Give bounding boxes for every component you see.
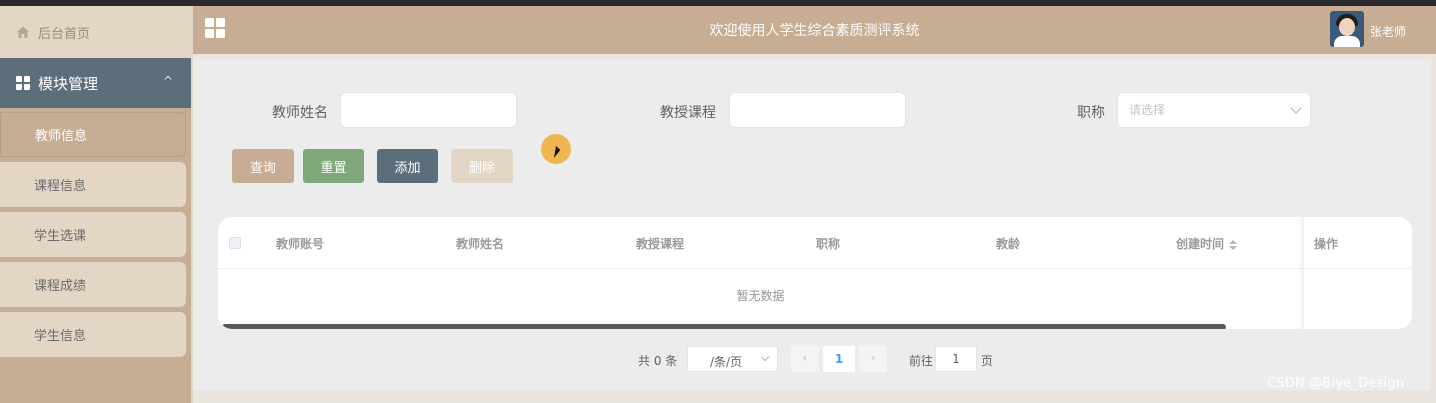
grid-icon bbox=[16, 76, 30, 90]
home-icon bbox=[16, 25, 30, 39]
top-header: 欢迎使用人学生综合素质测评系统 张老师 bbox=[193, 6, 1436, 54]
sidebar-item-course-selection[interactable]: 学生选课 bbox=[0, 212, 186, 257]
title-select-placeholder: 请选择 bbox=[1129, 103, 1166, 117]
sidebar-module-label: 模块管理 bbox=[38, 74, 99, 93]
delete-button[interactable]: 删除 bbox=[451, 149, 513, 183]
page-size-select[interactable]: /条/页 bbox=[687, 346, 778, 372]
content-panel: 教师姓名 教授课程 职称 请选择 查询 重置 添加 删除 教师账号 教师姓名 教… bbox=[193, 60, 1431, 390]
sidebar-item-label: 学生选课 bbox=[34, 229, 87, 244]
teacher-name-input[interactable] bbox=[340, 92, 517, 128]
col-teacher-name: 教师姓名 bbox=[456, 237, 505, 251]
sidebar-home-label: 后台首页 bbox=[38, 26, 91, 42]
goto-label: 前往 bbox=[909, 354, 934, 368]
table-header: 教师账号 教师姓名 教授课程 职称 教龄 创建时间 bbox=[218, 217, 1412, 269]
page-title: 欢迎使用人学生综合素质测评系统 bbox=[709, 23, 920, 39]
sidebar-item-label: 教师信息 bbox=[35, 129, 88, 144]
teacher-table: 教师账号 教师姓名 教授课程 职称 教龄 创建时间 暂无数据 操作 bbox=[218, 217, 1412, 329]
chevron-down-icon bbox=[1290, 102, 1302, 114]
select-all-checkbox[interactable] bbox=[229, 237, 241, 249]
reset-button[interactable]: 重置 bbox=[303, 149, 364, 183]
sidebar: 后台首页 模块管理 ^ 教师信息 课程信息 学生选课 课程成绩 学生信息 bbox=[0, 6, 191, 403]
operation-column: 操作 bbox=[1303, 217, 1412, 329]
add-button[interactable]: 添加 bbox=[377, 149, 438, 183]
sidebar-item-label: 学生信息 bbox=[34, 329, 87, 344]
chevron-down-icon bbox=[760, 352, 770, 362]
page-suffix-label: 页 bbox=[981, 354, 994, 368]
prev-page-button[interactable]: ‹ bbox=[791, 346, 819, 372]
next-page-button[interactable]: › bbox=[859, 346, 887, 372]
page-size-value: /条/页 bbox=[710, 355, 743, 369]
col-operation: 操作 bbox=[1314, 237, 1339, 251]
sidebar-item-course-info[interactable]: 课程信息 bbox=[0, 162, 186, 207]
sidebar-item-label: 课程成绩 bbox=[34, 279, 87, 294]
col-teacher-account: 教师账号 bbox=[276, 237, 325, 251]
teacher-name-label: 教师姓名 bbox=[272, 105, 328, 121]
title-select[interactable]: 请选择 bbox=[1117, 92, 1311, 128]
goto-page-input[interactable]: 1 bbox=[935, 346, 977, 372]
pagination-total: 共 0 条 bbox=[638, 354, 678, 368]
page-number-current[interactable]: 1 bbox=[823, 346, 855, 372]
sidebar-submenu: 教师信息 课程信息 学生选课 课程成绩 学生信息 bbox=[0, 108, 191, 357]
sidebar-item-course-grades[interactable]: 课程成绩 bbox=[0, 262, 186, 307]
col-created-time[interactable]: 创建时间 bbox=[1176, 235, 1238, 252]
chevron-up-icon: ^ bbox=[162, 74, 173, 88]
empty-text: 暂无数据 bbox=[736, 289, 785, 303]
sort-icon[interactable] bbox=[1229, 239, 1238, 250]
sidebar-item-label: 课程信息 bbox=[34, 179, 87, 194]
search-button[interactable]: 查询 bbox=[232, 149, 294, 183]
title-label: 职称 bbox=[1077, 105, 1105, 121]
main-content: 教师姓名 教授课程 职称 请选择 查询 重置 添加 删除 教师账号 教师姓名 教… bbox=[193, 54, 1436, 403]
watermark: CSDN @Biye_Design bbox=[1267, 376, 1405, 391]
username[interactable]: 张老师 bbox=[1370, 23, 1406, 40]
col-teaching-years: 教龄 bbox=[996, 237, 1021, 251]
course-label: 教授课程 bbox=[660, 105, 716, 121]
sidebar-module-toggle[interactable]: 模块管理 ^ bbox=[0, 58, 191, 108]
horizontal-scrollbar[interactable] bbox=[222, 324, 1226, 329]
col-created-time-label: 创建时间 bbox=[1176, 237, 1225, 251]
sidebar-item-home[interactable]: 后台首页 bbox=[0, 6, 191, 58]
col-title: 职称 bbox=[816, 237, 841, 251]
avatar[interactable] bbox=[1330, 11, 1364, 47]
sidebar-item-teacher-info[interactable]: 教师信息 bbox=[0, 112, 186, 157]
course-input[interactable] bbox=[729, 92, 906, 128]
col-course: 教授课程 bbox=[636, 237, 685, 251]
sidebar-item-student-info[interactable]: 学生信息 bbox=[0, 312, 186, 357]
